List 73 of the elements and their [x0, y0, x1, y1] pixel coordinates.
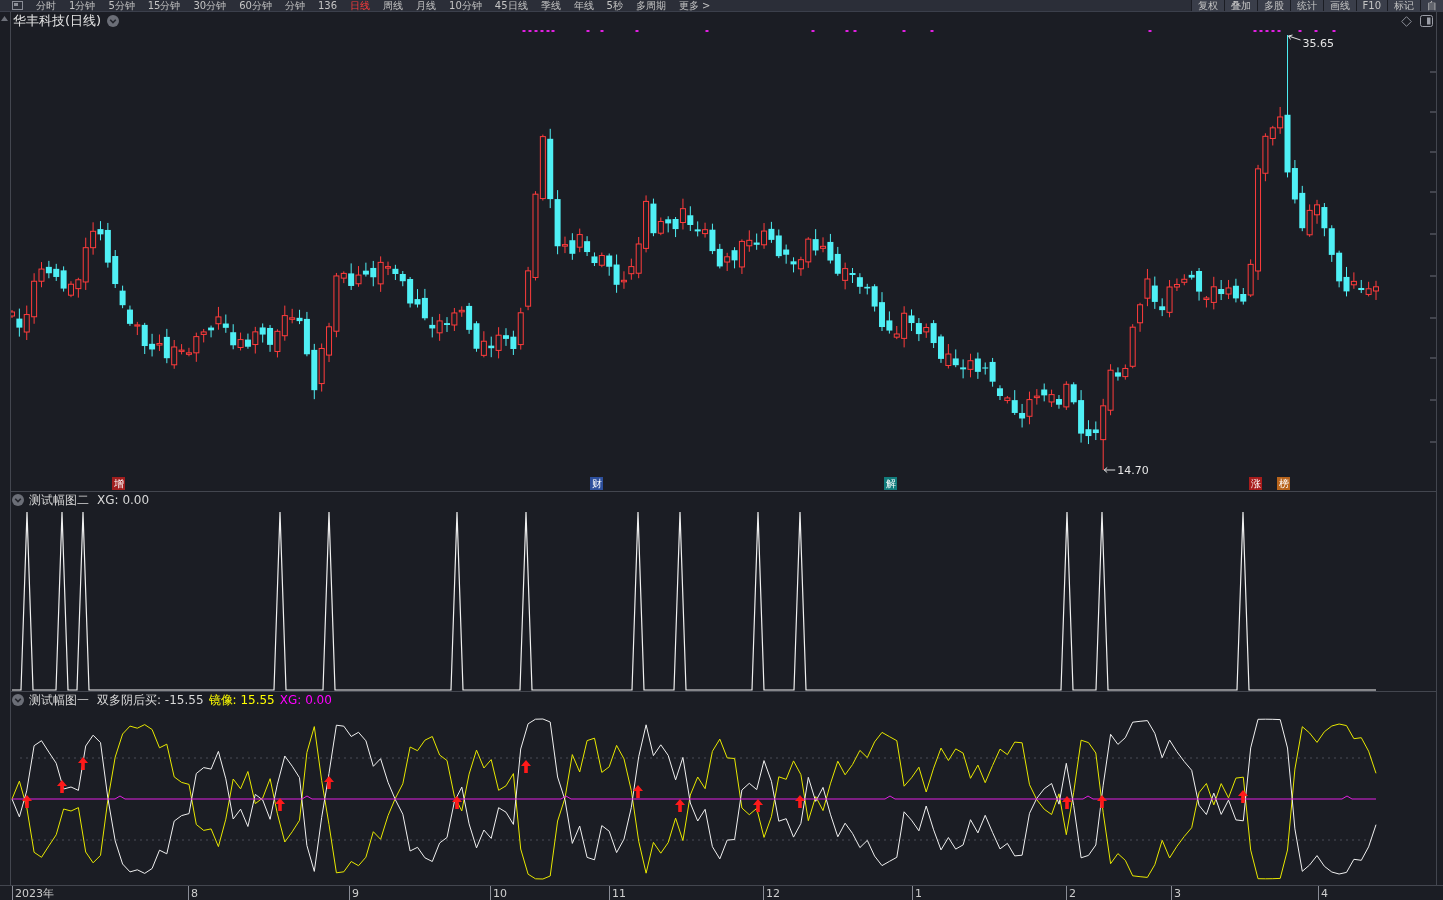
dropdown-icon[interactable]	[107, 15, 120, 27]
axis-label: 8	[188, 886, 198, 900]
period-tab[interactable]: 多周期	[635, 0, 666, 11]
toolbar-button[interactable]: 自	[1420, 0, 1443, 11]
axis-label: 10	[490, 886, 507, 900]
period-tab[interactable]: 年线	[573, 0, 594, 11]
period-tab[interactable]: 30分钟	[193, 0, 227, 11]
up-arrow-icon	[753, 799, 763, 812]
period-tab[interactable]: 季线	[540, 0, 561, 11]
window-icon[interactable]	[12, 1, 23, 10]
panel-toggle-icon[interactable]	[1420, 15, 1433, 27]
up-arrow-icon	[452, 796, 462, 809]
indicator-reading: XG: 0.00	[279, 693, 332, 707]
up-arrow-icon	[1097, 795, 1107, 808]
collapse-icon[interactable]	[12, 494, 24, 506]
period-tab[interactable]: 分时	[36, 0, 56, 11]
up-arrow-icon	[57, 780, 67, 793]
period-tab[interactable]: 45日线	[494, 0, 528, 11]
toolbar-button[interactable]: 画线	[1322, 0, 1356, 11]
period-tab[interactable]: 5分钟	[108, 0, 135, 11]
indicator-name: 测试幅图一	[29, 691, 89, 709]
axis-label: 2023年	[12, 886, 54, 900]
up-arrow-icon	[1062, 796, 1072, 809]
axis-label: 9	[349, 886, 359, 900]
up-arrow-icon	[275, 798, 285, 811]
triangle-icon[interactable]	[1, 16, 8, 21]
period-tab[interactable]: 更多 >	[678, 0, 711, 11]
period-tab[interactable]: 60分钟	[239, 0, 272, 11]
period-tab[interactable]: 1分钟	[69, 0, 96, 11]
toolbar-button[interactable]: 多股	[1256, 0, 1290, 11]
leader-arrow	[1288, 34, 1301, 41]
indicator-reading: 镜像: 15.55	[208, 691, 275, 709]
up-arrow-icon	[22, 795, 32, 808]
up-arrow-icon	[675, 799, 685, 812]
collapse-icon[interactable]	[12, 694, 24, 706]
period-tab[interactable]: 分钟	[284, 0, 305, 11]
axis-label: 12	[763, 886, 780, 900]
period-tab[interactable]: 136	[317, 0, 338, 11]
toolbar-button[interactable]: F10	[1355, 0, 1387, 11]
price-label: 35.65	[1302, 37, 1334, 50]
axis-label: 1	[912, 886, 922, 900]
up-arrow-icon	[795, 795, 805, 808]
indicator-reading: XG: 0.00	[97, 493, 150, 507]
axis-label: 11	[609, 886, 626, 900]
axis-label: 2	[1066, 886, 1076, 900]
event-badge: 榜	[1277, 477, 1290, 490]
event-badge: 财	[590, 477, 603, 490]
period-tab[interactable]: 周线	[383, 0, 404, 11]
toolbar-button[interactable]: 复权	[1190, 0, 1224, 11]
up-arrow-icon	[521, 760, 531, 773]
event-badge: 解	[884, 477, 897, 490]
indicator-name: 测试幅图二	[29, 491, 89, 509]
event-badge: 增	[112, 477, 125, 490]
price-label: 14.70	[1117, 464, 1149, 477]
up-arrow-icon	[1238, 790, 1248, 803]
event-badge: 涨	[1249, 477, 1262, 490]
up-arrow-icon	[633, 785, 643, 798]
period-tab[interactable]: 10分钟	[449, 0, 482, 11]
toolbar-button[interactable]: 标记	[1387, 0, 1420, 11]
chart-title: 华丰科技(日线)	[13, 12, 102, 30]
up-arrow-icon	[78, 757, 88, 770]
toolbar-button[interactable]: 叠加	[1223, 0, 1257, 11]
period-tab[interactable]: 15分钟	[147, 0, 181, 11]
axis-label: 3	[1171, 886, 1181, 900]
indicator-reading: 双多阴后买: -15.55	[97, 691, 204, 709]
period-tab[interactable]: 日线	[350, 0, 371, 11]
leader-arrow	[1103, 467, 1116, 473]
diamond-icon[interactable]	[1401, 15, 1412, 27]
toolbar-button[interactable]: 统计	[1289, 0, 1323, 11]
period-tab[interactable]: 月线	[416, 0, 437, 11]
axis-label: 4	[1318, 886, 1328, 900]
up-arrow-icon	[324, 776, 334, 789]
period-tab[interactable]: 5秒	[606, 0, 623, 11]
